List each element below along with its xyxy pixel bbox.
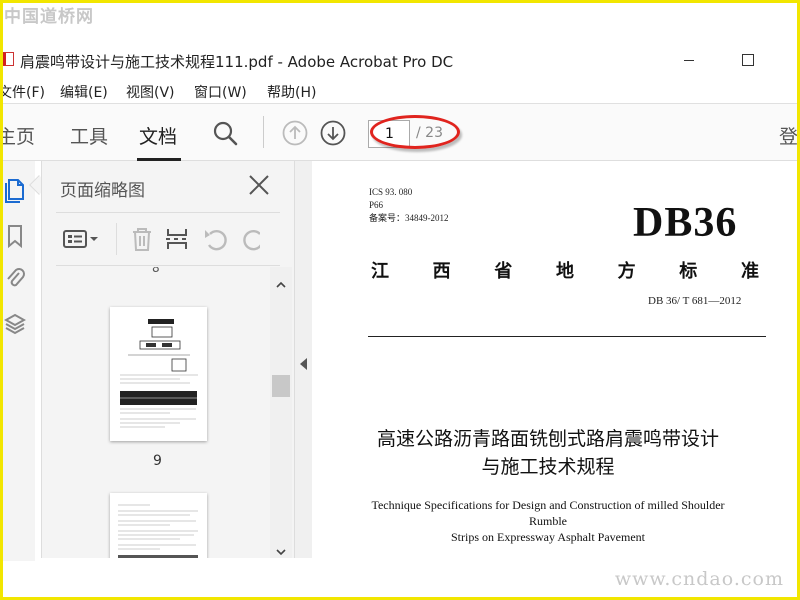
scroll-down-icon[interactable] <box>276 542 286 556</box>
thumbnail-options-icon[interactable] <box>62 225 102 253</box>
menu-file[interactable]: 文件(F) <box>0 82 45 102</box>
scrollbar-thumb[interactable] <box>272 375 290 397</box>
thumbnail-scrollbar[interactable] <box>270 267 292 558</box>
standard-type-char: 标 <box>679 261 698 282</box>
scroll-up-icon[interactable] <box>276 275 286 288</box>
thumbnail-label: 9 <box>153 453 162 469</box>
thumbnail-toolbar <box>56 212 280 266</box>
english-title-line: Strips on Expressway Asphalt Pavement <box>451 530 645 544</box>
bookmark-icon[interactable] <box>4 223 26 249</box>
sign-in-button[interactable]: 登 <box>779 122 798 149</box>
maximize-button[interactable] <box>737 50 759 70</box>
page-thumbnail-10[interactable] <box>110 493 207 558</box>
document-title-line: 与施工技术规程 <box>481 456 615 478</box>
standard-type-char: 准 <box>740 261 759 282</box>
watermark-bottom: www.cndao.com <box>614 568 784 590</box>
tab-document[interactable]: 文档 <box>139 122 177 149</box>
collapse-arrow-icon[interactable] <box>300 358 307 370</box>
window-title: 肩震鸣带设计与施工技术规程111.pdf - Adobe Acrobat Pro… <box>20 53 454 71</box>
english-title-line: Technique Specifications for Design and … <box>371 498 725 528</box>
search-icon[interactable] <box>212 120 238 146</box>
rotate-clockwise-icon[interactable] <box>240 225 260 253</box>
thumbnail-list: 8 9 <box>42 267 270 558</box>
horizontal-rule <box>368 336 766 337</box>
standard-type-char: 方 <box>617 261 636 282</box>
panel-title: 页面缩略图 <box>60 181 145 201</box>
trash-icon[interactable] <box>128 225 156 253</box>
tab-tools[interactable]: 工具 <box>70 122 108 149</box>
tab-home[interactable]: 主页 <box>0 122 35 149</box>
thumbnail-toolbar-divider <box>116 223 117 255</box>
document-title-line: 高速公路沥青路面铣刨式路肩震鸣带设计 <box>376 428 719 450</box>
rotate-counterclockwise-icon[interactable] <box>202 225 230 253</box>
minimize-button[interactable] <box>678 50 700 70</box>
panel-collapse-strip[interactable] <box>294 161 312 558</box>
record-number: 备案号：34849-2012 <box>369 213 449 223</box>
toolbar-divider <box>263 116 264 148</box>
standard-type-char: 省 <box>494 261 513 282</box>
menu-bar: 文件(F) 编辑(E) 视图(V) 窗口(W) 帮助(H) <box>0 79 800 103</box>
page-thumbnail-9[interactable] <box>110 307 207 441</box>
document-page: ICS 93. 080 P66 备案号：34849-2012 DB36 江 西 … <box>313 161 797 558</box>
menu-view[interactable]: 视图(V) <box>126 82 175 102</box>
title-bar: 肩震鸣带设计与施工技术规程111.pdf - Adobe Acrobat Pro… <box>0 44 800 76</box>
standard-type: 江 西 省 地 方 标 准 <box>371 257 759 283</box>
menu-edit[interactable]: 编辑(E) <box>60 82 108 102</box>
doc-classification: ICS 93. 080 P66 备案号：34849-2012 <box>369 186 449 225</box>
previous-page-icon[interactable] <box>282 120 308 146</box>
insert-page-icon[interactable] <box>164 225 192 253</box>
p-code: P66 <box>369 200 384 210</box>
menu-help[interactable]: 帮助(H) <box>267 82 316 102</box>
standard-type-char: 江 <box>371 261 389 282</box>
layers-icon[interactable] <box>3 311 27 337</box>
close-icon[interactable] <box>247 173 271 197</box>
menu-window[interactable]: 窗口(W) <box>194 82 247 102</box>
page-thumbnails-panel: 页面缩略图 8 9 <box>41 161 294 558</box>
document-title: 高速公路沥青路面铣刨式路肩震鸣带设计 与施工技术规程 <box>353 425 743 481</box>
pdf-file-icon <box>3 52 14 66</box>
navigation-rail <box>0 161 35 561</box>
ics-code: ICS 93. 080 <box>369 187 413 197</box>
page-thumbnails-icon[interactable] <box>4 177 26 203</box>
next-page-icon[interactable] <box>320 120 346 146</box>
document-english-title: Technique Specifications for Design and … <box>353 497 743 545</box>
standard-type-char: 西 <box>432 261 451 282</box>
thumbnail-number: 8 <box>152 267 160 275</box>
standard-type-char: 地 <box>555 261 574 282</box>
attachment-icon[interactable] <box>4 265 26 291</box>
standard-number: DB 36/ T 681—2012 <box>648 295 742 307</box>
watermark-top: 中国道桥网 <box>4 7 94 27</box>
red-annotation-ellipse <box>370 115 460 149</box>
standard-code: DB36 <box>633 200 738 246</box>
